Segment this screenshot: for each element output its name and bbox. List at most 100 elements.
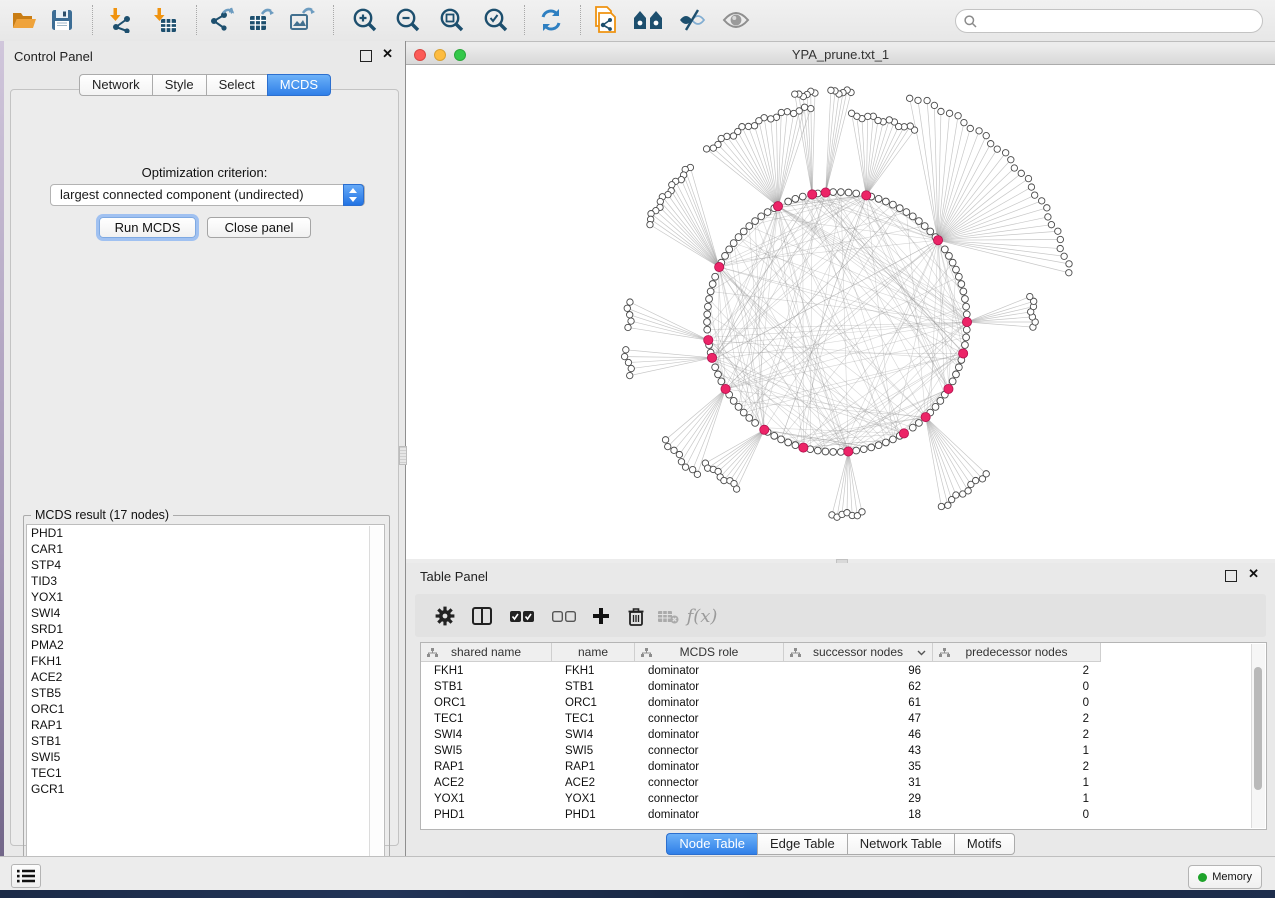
mcds-result-item[interactable]: SWI5 — [27, 749, 384, 765]
show-columns-button[interactable] — [467, 601, 497, 631]
destroy-table-button[interactable] — [653, 601, 683, 631]
mcds-result-item[interactable]: STB5 — [27, 685, 384, 701]
table-cell: 61 — [784, 695, 933, 711]
table-row[interactable]: SWI5SWI5connector431 — [421, 743, 1101, 759]
import-network-button[interactable] — [104, 5, 138, 35]
select-stepper-icon — [343, 184, 364, 206]
export-network-button[interactable] — [205, 5, 239, 35]
mcds-result-item[interactable]: YOX1 — [27, 589, 384, 605]
tab-mcds[interactable]: MCDS — [267, 74, 331, 96]
column-header-predecessor-nodes[interactable]: predecessor nodes — [933, 643, 1101, 662]
table-row[interactable]: RAP1RAP1dominator352 — [421, 759, 1101, 775]
select-all-button[interactable] — [507, 601, 537, 631]
table-row[interactable]: SWI4SWI4dominator462 — [421, 727, 1101, 743]
mcds-result-item[interactable]: TEC1 — [27, 765, 384, 781]
search-field[interactable] — [955, 9, 1263, 33]
close-panel-icon[interactable]: ✕ — [382, 47, 393, 61]
tab-style[interactable]: Style — [152, 74, 206, 96]
table-scrollbar[interactable] — [1251, 644, 1265, 828]
mcds-result-item[interactable]: STP4 — [27, 557, 384, 573]
mcds-result-item[interactable]: PHD1 — [27, 525, 384, 541]
mcds-result-item[interactable]: ORC1 — [27, 701, 384, 717]
import-table-button[interactable] — [148, 5, 182, 35]
export-image-icon — [290, 7, 316, 33]
list-icon — [17, 869, 35, 883]
mcds-result-item[interactable]: CAR1 — [27, 541, 384, 557]
table-settings-button[interactable] — [430, 601, 460, 631]
table-scrollbar-thumb[interactable] — [1254, 667, 1262, 790]
zoom-out-button[interactable] — [391, 5, 425, 35]
table-row[interactable]: FKH1FKH1dominator962 — [421, 663, 1101, 679]
export-image-button[interactable] — [286, 5, 320, 35]
table-row[interactable]: ORC1ORC1dominator610 — [421, 695, 1101, 711]
table-row[interactable]: STB1STB1dominator620 — [421, 679, 1101, 695]
table-body: FKH1FKH1dominator962STB1STB1dominator620… — [421, 663, 1101, 823]
table-row[interactable]: TEC1TEC1connector472 — [421, 711, 1101, 727]
refresh-view-button[interactable] — [534, 5, 568, 35]
visibility-button[interactable] — [719, 5, 753, 35]
mcds-result-item[interactable]: ACE2 — [27, 669, 384, 685]
network-canvas[interactable] — [406, 65, 1275, 559]
open-file-button[interactable] — [7, 5, 41, 35]
clear-selection-button[interactable] — [549, 601, 579, 631]
mcds-list-scrollbar[interactable] — [369, 526, 383, 873]
mcds-result-item[interactable]: STB1 — [27, 733, 384, 749]
memory-status-icon — [1198, 873, 1207, 882]
tab-network-table[interactable]: Network Table — [847, 833, 954, 855]
zoom-selected-button[interactable] — [479, 5, 513, 35]
criterion-label: Optimization criterion: — [11, 165, 398, 180]
tab-node-table[interactable]: Node Table — [666, 833, 757, 855]
table-cell: TEC1 — [421, 711, 552, 727]
clone-network-icon — [592, 6, 618, 34]
network-window-title: YPA_prune.txt_1 — [406, 47, 1275, 62]
zoom-in-button[interactable] — [348, 5, 382, 35]
criterion-select[interactable]: largest connected component (undirected) — [50, 184, 365, 206]
show-log-button[interactable] — [11, 864, 41, 888]
clone-network-button[interactable] — [588, 5, 622, 35]
table-cell: 0 — [933, 695, 1101, 711]
overview-button[interactable] — [631, 5, 665, 35]
tab-edge-table[interactable]: Edge Table — [757, 833, 847, 855]
table-cell: ORC1 — [421, 695, 552, 711]
delete-column-button[interactable] — [621, 601, 651, 631]
close-panel-button[interactable]: Close panel — [207, 217, 311, 238]
tab-select[interactable]: Select — [206, 74, 267, 96]
function-builder-button[interactable]: f(x) — [687, 601, 717, 631]
export-network-icon — [209, 7, 235, 33]
table-cell: YOX1 — [552, 791, 635, 807]
gear-icon — [435, 606, 455, 626]
save-session-button[interactable] — [45, 5, 79, 35]
float-panel-icon[interactable] — [360, 50, 372, 62]
table-cell: dominator — [635, 759, 784, 775]
mcds-result-item[interactable]: FKH1 — [27, 653, 384, 669]
split-grip-vertical[interactable] — [399, 446, 407, 465]
memory-button[interactable]: Memory — [1188, 865, 1262, 889]
table-row[interactable]: ACE2ACE2connector311 — [421, 775, 1101, 791]
toolbar-separator — [333, 5, 334, 35]
mcds-result-item[interactable]: GCR1 — [27, 781, 384, 797]
table-close-icon[interactable]: ✕ — [1248, 567, 1259, 581]
graphics-details-button[interactable] — [675, 5, 709, 35]
tab-motifs[interactable]: Motifs — [954, 833, 1015, 855]
table-row[interactable]: YOX1YOX1connector291 — [421, 791, 1101, 807]
search-input[interactable] — [982, 13, 1254, 29]
column-header-name[interactable]: name — [552, 643, 635, 662]
mcds-result-item[interactable]: SWI4 — [27, 605, 384, 621]
table-cell: 46 — [784, 727, 933, 743]
mcds-result-item[interactable]: TID3 — [27, 573, 384, 589]
column-header-successor-nodes[interactable]: successor nodes — [784, 643, 933, 662]
column-header-MCDS-role[interactable]: MCDS role — [635, 643, 784, 662]
table-cell: YOX1 — [421, 791, 552, 807]
zoom-fit-button[interactable] — [435, 5, 469, 35]
tab-network[interactable]: Network — [79, 74, 152, 96]
mcds-result-item[interactable]: SRD1 — [27, 621, 384, 637]
mcds-result-list[interactable]: PHD1CAR1STP4TID3YOX1SWI4SRD1PMA2FKH1ACE2… — [26, 524, 385, 875]
run-mcds-button[interactable]: Run MCDS — [99, 217, 196, 238]
table-row[interactable]: PHD1PHD1dominator180 — [421, 807, 1101, 823]
mcds-result-item[interactable]: PMA2 — [27, 637, 384, 653]
mcds-result-item[interactable]: RAP1 — [27, 717, 384, 733]
table-float-icon[interactable] — [1225, 570, 1237, 582]
add-column-button[interactable] — [586, 601, 616, 631]
column-header-shared-name[interactable]: shared name — [421, 643, 552, 662]
export-table-button[interactable] — [245, 5, 279, 35]
